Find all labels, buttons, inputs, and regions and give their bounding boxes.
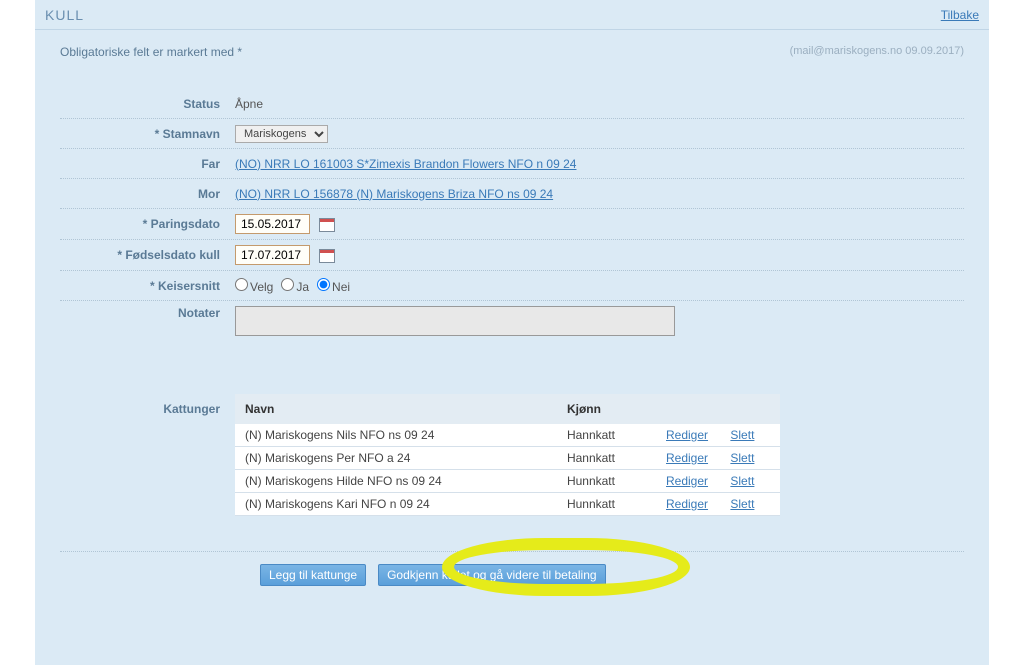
cell-sex: Hannkatt <box>567 428 666 442</box>
radio-velg-label[interactable]: Velg <box>235 278 273 294</box>
delete-link[interactable]: Slett <box>730 497 754 511</box>
cell-name: (N) Mariskogens Kari NFO n 09 24 <box>245 497 567 511</box>
edit-link[interactable]: Rediger <box>666 474 708 488</box>
label-keiser: * Keisersnitt <box>60 279 235 293</box>
cell-name: (N) Mariskogens Nils NFO ns 09 24 <box>245 428 567 442</box>
notater-textarea[interactable] <box>235 306 675 336</box>
far-link[interactable]: (NO) NRR LO 161003 S*Zimexis Brandon Flo… <box>235 157 576 171</box>
label-stamnavn: * Stamnavn <box>60 127 235 141</box>
radio-velg[interactable] <box>235 278 248 291</box>
label-fodsel: * Fødselsdato kull <box>60 248 235 262</box>
edit-link[interactable]: Rediger <box>666 451 708 465</box>
value-status: Åpne <box>235 97 964 111</box>
table-row: (N) Mariskogens Nils NFO ns 09 24Hannkat… <box>235 424 780 447</box>
table-row: (N) Mariskogens Per NFO a 24HannkattRedi… <box>235 447 780 470</box>
label-notater: Notater <box>60 306 235 320</box>
radio-nei[interactable] <box>317 278 330 291</box>
label-paring: * Paringsdato <box>60 217 235 231</box>
page-title: KULL <box>45 7 84 23</box>
required-note: Obligatoriske felt er markert med * <box>60 45 242 59</box>
fodselsdato-input[interactable] <box>235 245 310 265</box>
approve-button[interactable]: Godkjenn kullet og gå videre til betalin… <box>378 564 605 586</box>
delete-link[interactable]: Slett <box>730 474 754 488</box>
cell-name: (N) Mariskogens Per NFO a 24 <box>245 451 567 465</box>
cell-sex: Hunnkatt <box>567 497 666 511</box>
radio-ja[interactable] <box>281 278 294 291</box>
delete-link[interactable]: Slett <box>730 428 754 442</box>
col-header-name: Navn <box>245 402 567 416</box>
cell-name: (N) Mariskogens Hilde NFO ns 09 24 <box>245 474 567 488</box>
table-row: (N) Mariskogens Hilde NFO ns 09 24Hunnka… <box>235 470 780 493</box>
paringsdato-input[interactable] <box>235 214 310 234</box>
label-status: Status <box>60 97 235 111</box>
audit-info: (mail@mariskogens.no 09.09.2017) <box>790 45 964 59</box>
radio-nei-label[interactable]: Nei <box>317 278 350 294</box>
delete-link[interactable]: Slett <box>730 451 754 465</box>
mor-link[interactable]: (NO) NRR LO 156878 (N) Mariskogens Briza… <box>235 187 553 201</box>
radio-ja-label[interactable]: Ja <box>281 278 309 294</box>
stamnavn-select[interactable]: Mariskogens <box>235 125 328 143</box>
col-header-sex: Kjønn <box>567 402 666 416</box>
table-row: (N) Mariskogens Kari NFO n 09 24Hunnkatt… <box>235 493 780 516</box>
kittens-table: Navn Kjønn (N) Mariskogens Nils NFO ns 0… <box>235 394 780 516</box>
calendar-icon[interactable] <box>319 218 335 232</box>
calendar-icon[interactable] <box>319 249 335 263</box>
label-far: Far <box>60 157 235 171</box>
cell-sex: Hunnkatt <box>567 474 666 488</box>
add-kitten-button[interactable]: Legg til kattunge <box>260 564 366 586</box>
edit-link[interactable]: Rediger <box>666 428 708 442</box>
cell-sex: Hannkatt <box>567 451 666 465</box>
edit-link[interactable]: Rediger <box>666 497 708 511</box>
back-link[interactable]: Tilbake <box>941 8 979 22</box>
label-mor: Mor <box>60 187 235 201</box>
label-kattunger: Kattunger <box>60 394 235 516</box>
